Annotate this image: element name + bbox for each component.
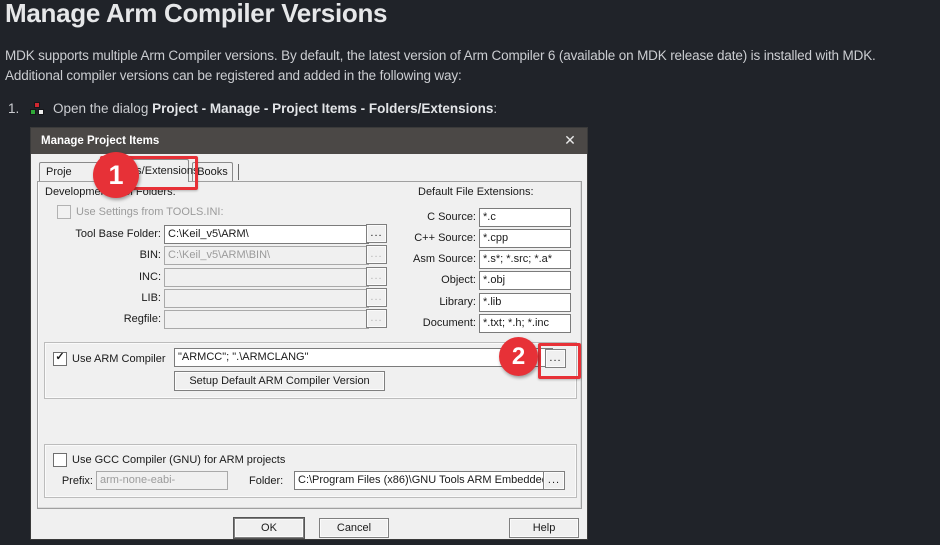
dialog-title: Manage Project Items [41,135,160,147]
c-source-field[interactable]: *.c [479,208,571,227]
annotation-frame-browse-button [538,343,581,379]
bin-field: C:\Keil_v5\ARM\BIN\ [164,246,369,265]
cpp-source-label: C++ Source: [414,232,476,244]
lib-field [164,289,369,308]
object-field[interactable]: *.obj [479,271,571,290]
annotation-badge-1: 1 [93,152,139,198]
ok-button[interactable]: OK [234,518,304,538]
library-label: Library: [439,296,476,308]
step-number: 1. [8,101,20,116]
regfile-label: Regfile: [123,313,161,325]
step-1: 1. Open the dialog Project - Manage - Pr… [8,101,497,116]
close-icon[interactable]: ✕ [559,128,581,154]
intro-line-2: Additional compiler versions can be regi… [5,68,462,83]
regfile-field [164,310,369,329]
c-source-label: C Source: [427,211,476,223]
use-gcc-compiler-label: Use GCC Compiler (GNU) for ARM projects [72,454,286,466]
gcc-folder-field[interactable]: C:\Program Files (x86)\GNU Tools ARM Emb… [294,471,546,490]
tab-strip-edge [238,164,239,180]
gcc-folder-label: Folder: [249,475,284,487]
gcc-prefix-field: arm-none-eabi- [96,471,228,490]
gcc-prefix-label: Prefix: [61,475,93,487]
asm-source-label: Asm Source: [413,253,476,265]
asm-source-field[interactable]: *.s*; *.src; *.a* [479,250,571,269]
intro-paragraph: MDK supports multiple Arm Compiler versi… [5,46,940,86]
document-field[interactable]: *.txt; *.h; *.inc [479,314,571,333]
cancel-button[interactable]: Cancel [319,518,389,538]
lib-label: LIB: [141,292,161,304]
use-tools-ini-checkbox [57,205,71,219]
help-button[interactable]: Help [509,518,579,538]
intro-line-1: MDK supports multiple Arm Compiler versi… [5,48,876,63]
tool-base-folder-label: Tool Base Folder: [75,228,161,240]
bin-label: BIN: [139,249,161,261]
dialog-titlebar[interactable]: Manage Project Items ✕ [31,128,587,154]
step-text: Open the dialog Project - Manage - Proje… [53,101,498,116]
use-gcc-compiler-checkbox[interactable] [53,453,67,467]
step-menu-path: Project - Manage - Project Items - Folde… [152,101,494,116]
manage-project-items-dialog: Manage Project Items ✕ Proje Folders/Ext… [30,127,588,540]
tool-base-folder-field[interactable]: C:\Keil_v5\ARM\ [164,225,369,244]
use-arm-compiler-label: Use ARM Compiler [72,353,166,365]
cpp-source-field[interactable]: *.cpp [479,229,571,248]
use-arm-compiler-checkbox[interactable]: ✓ [53,352,67,366]
gcc-folder-browse-button[interactable]: ... [543,471,565,490]
annotation-badge-2: 2 [499,337,538,376]
project-items-icon [30,101,46,116]
page-title: Manage Arm Compiler Versions [5,0,388,28]
document-label: Document: [422,317,476,329]
use-tools-ini-label: Use Settings from TOOLS.INI: [76,206,224,218]
setup-default-arm-compiler-button[interactable]: Setup Default ARM Compiler Version [174,371,385,391]
inc-label: INC: [139,271,161,283]
default-file-extensions-label: Default File Extensions: [418,186,534,198]
arm-compiler-path-field[interactable]: "ARMCC"; ".\ARMCLANG" [174,348,553,367]
library-field[interactable]: *.lib [479,293,571,312]
inc-field [164,268,369,287]
object-label: Object: [441,274,476,286]
